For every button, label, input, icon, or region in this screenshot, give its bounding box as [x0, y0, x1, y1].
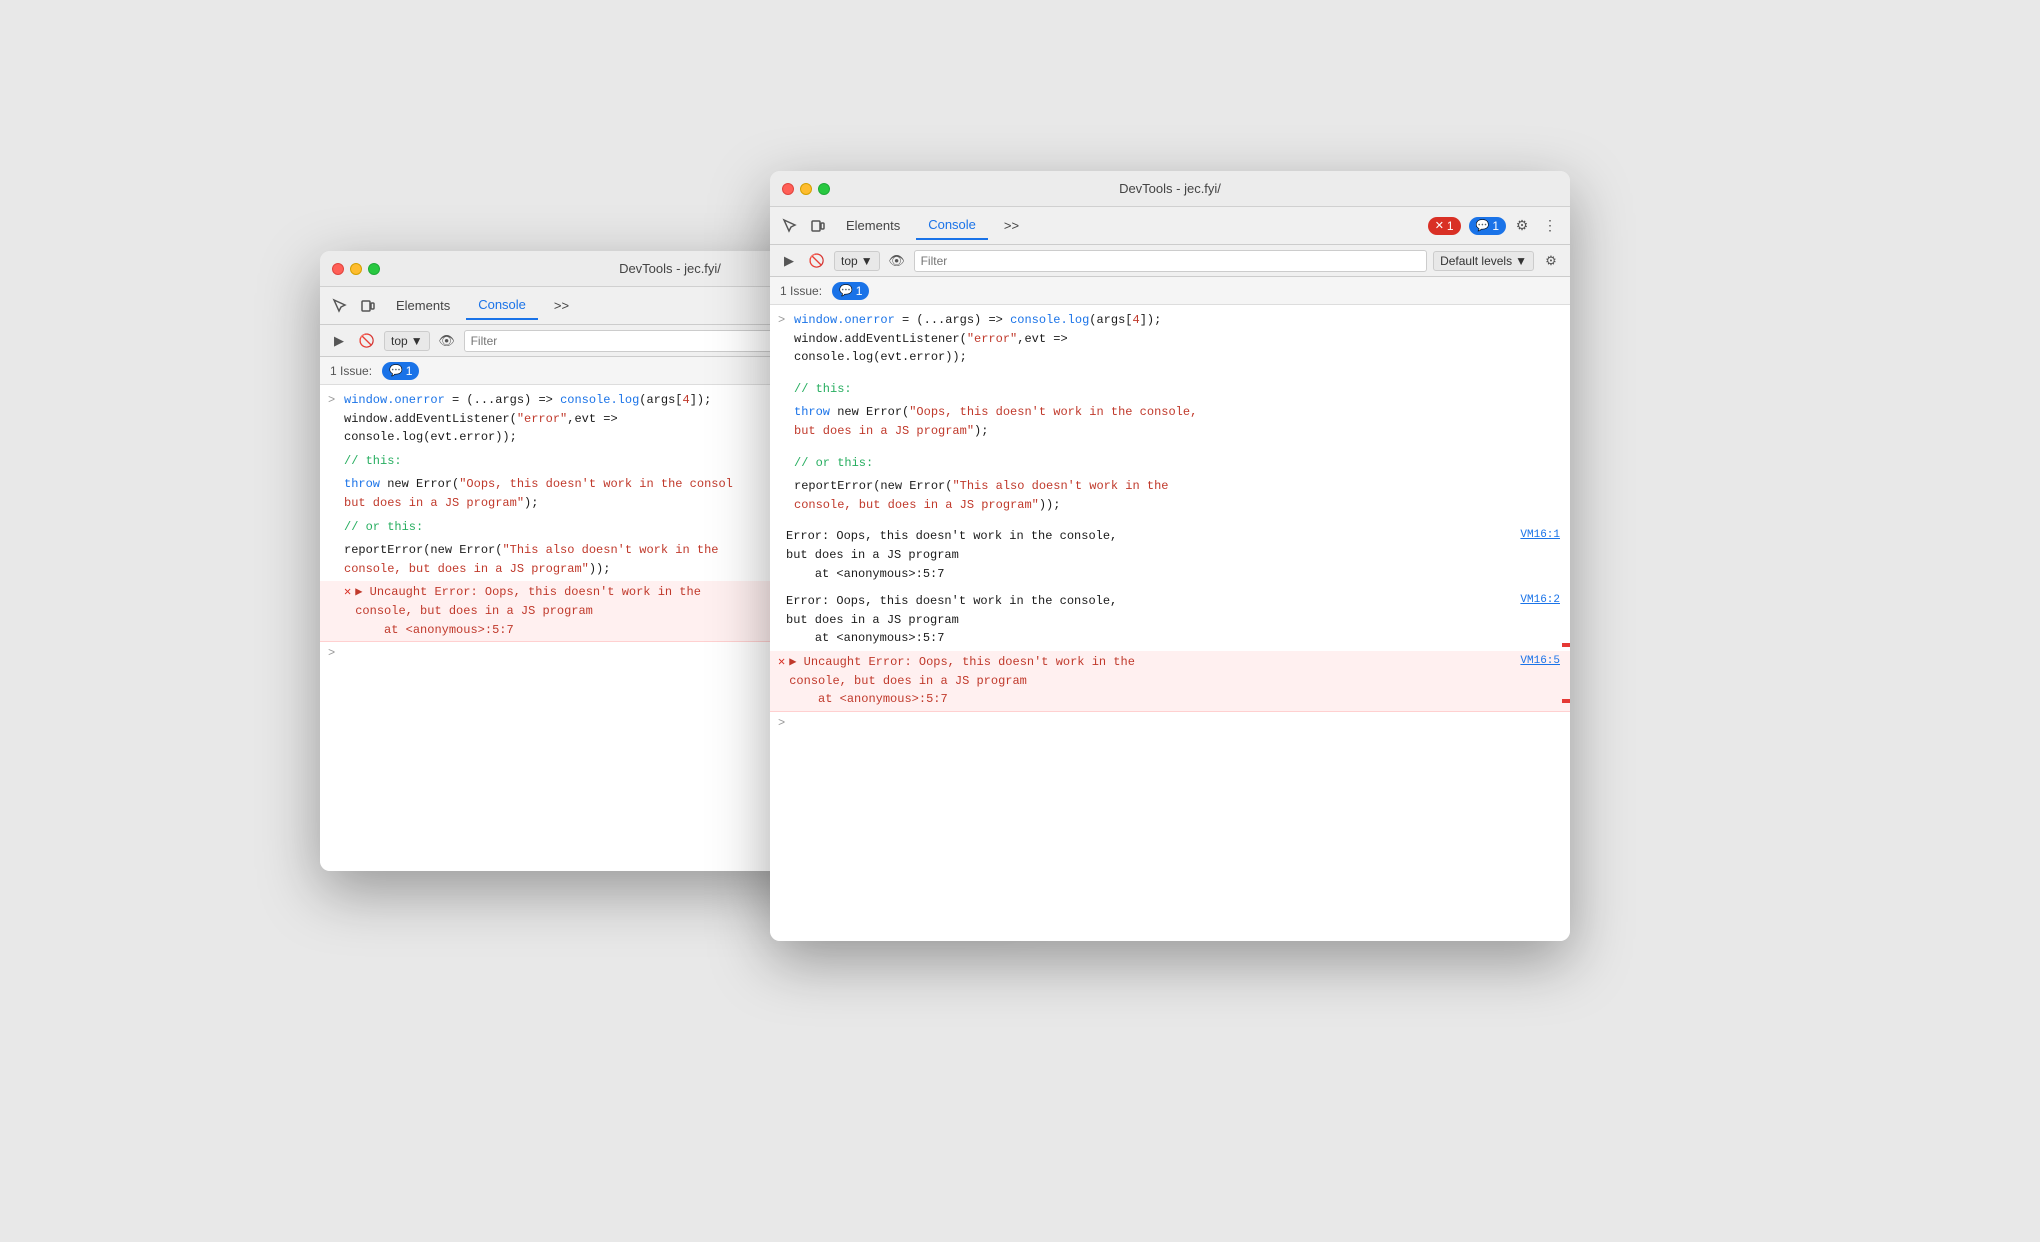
console-uncaught-error-front: ✕ ▶ Uncaught Error: Oops, this doesn't w… — [770, 651, 1570, 712]
console-reporterror-front: reportError(new Error("This also doesn't… — [770, 475, 1570, 517]
maximize-button-front[interactable] — [818, 183, 830, 195]
filter-input-front[interactable] — [914, 250, 1427, 272]
error-ref-1-front[interactable]: VM16:1 — [1500, 527, 1560, 544]
devtools-window-front: DevTools - jec.fyi/ Elements Console — [770, 171, 1570, 941]
minimize-button-front[interactable] — [800, 183, 812, 195]
error-ref-2-front[interactable]: VM16:2 — [1500, 592, 1560, 609]
window-title-back: DevTools - jec.fyi/ — [619, 261, 721, 276]
inspect-icon-back[interactable] — [328, 294, 352, 318]
console-content-front: > window.onerror = (...args) => console.… — [770, 305, 1570, 941]
issue-label-back: 1 Issue: — [330, 364, 372, 378]
console-comment-orthis-front: // or this: — [770, 452, 1570, 476]
error-icon-front: ✕ — [778, 653, 785, 671]
tab-elements-front[interactable]: Elements — [834, 212, 912, 240]
error-icon-back: ✕ — [344, 583, 351, 601]
error-badge-front: ✕ 1 — [1428, 217, 1461, 235]
issue-label-front: 1 Issue: — [780, 284, 822, 298]
maximize-button-back[interactable] — [368, 263, 380, 275]
title-bar-front: DevTools - jec.fyi/ — [770, 171, 1570, 207]
block-icon-back[interactable]: 🚫 — [356, 330, 378, 352]
device-icon-front[interactable] — [806, 214, 830, 238]
prompt-last-front: > — [778, 714, 785, 732]
run-icon-front[interactable]: ▶ — [778, 250, 800, 272]
tab-elements-back[interactable]: Elements — [384, 292, 462, 320]
eye-icon-back[interactable]: 👁 — [436, 330, 458, 352]
traffic-lights-front — [782, 183, 830, 195]
issue-badge-back: 💬 1 — [382, 362, 419, 380]
console-error-output-2: Error: Oops, this doesn't work in the co… — [770, 590, 1570, 651]
issue-badge-front: 💬 1 — [832, 282, 869, 300]
issue-bar-front: 1 Issue: 💬 1 — [770, 277, 1570, 305]
prompt-1-back: > — [328, 391, 335, 409]
inspect-icon-front[interactable] — [778, 214, 802, 238]
tab-console-front[interactable]: Console — [916, 212, 988, 240]
main-toolbar-front: Elements Console >> ✕ 1 💬 1 ⚙ ⋮ — [770, 207, 1570, 245]
console-settings-front[interactable]: ⚙ — [1540, 250, 1562, 272]
eye-icon-front[interactable]: 👁 — [886, 250, 908, 272]
device-icon-back[interactable] — [356, 294, 380, 318]
red-arrow-2 — [1562, 687, 1570, 718]
default-levels-front[interactable]: Default levels ▼ — [1433, 251, 1534, 271]
console-prompt-front[interactable]: > — [770, 712, 1570, 717]
chat-badge-front: 💬 1 — [1469, 217, 1506, 235]
console-throw-front: throw new Error("Oops, this doesn't work… — [770, 401, 1570, 443]
tab-more-back[interactable]: >> — [542, 292, 581, 320]
top-selector-back[interactable]: top ▼ — [384, 331, 430, 351]
console-error-output-1: Error: Oops, this doesn't work in the co… — [770, 525, 1570, 586]
error-ref-uncaught-front[interactable]: VM16:5 — [1500, 653, 1560, 670]
console-line-1-front: > window.onerror = (...args) => console.… — [770, 309, 1570, 370]
tab-console-back[interactable]: Console — [466, 292, 538, 320]
tab-more-front[interactable]: >> — [992, 212, 1031, 240]
prompt-last-back: > — [328, 644, 335, 662]
prompt-1-front: > — [778, 311, 785, 329]
minimize-button-back[interactable] — [350, 263, 362, 275]
settings-icon-front[interactable]: ⚙ — [1510, 214, 1534, 238]
block-icon-front[interactable]: 🚫 — [806, 250, 828, 272]
top-selector-front[interactable]: top ▼ — [834, 251, 880, 271]
run-icon-back[interactable]: ▶ — [328, 330, 350, 352]
more-icon-front[interactable]: ⋮ — [1538, 214, 1562, 238]
window-title-front: DevTools - jec.fyi/ — [1119, 181, 1221, 196]
red-arrow-1 — [1562, 631, 1570, 662]
console-toolbar-front: ▶ 🚫 top ▼ 👁 Default levels ▼ ⚙ — [770, 245, 1570, 277]
close-button-front[interactable] — [782, 183, 794, 195]
close-button-back[interactable] — [332, 263, 344, 275]
traffic-lights-back — [332, 263, 380, 275]
console-comment-this-front: // this: — [770, 378, 1570, 402]
